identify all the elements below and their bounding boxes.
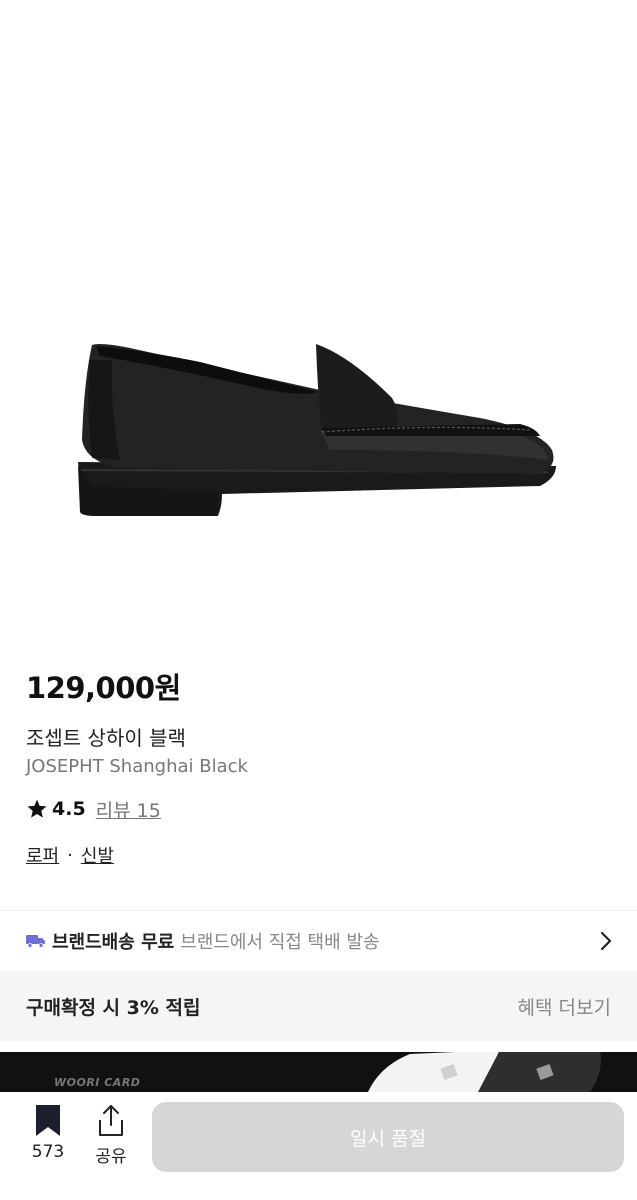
bottom-action-bar: 573 공유 일시 품절 <box>0 1092 637 1200</box>
product-image[interactable] <box>0 0 637 640</box>
category-separator: · <box>67 844 73 866</box>
category-breadcrumb: 로퍼 · 신발 <box>26 842 611 868</box>
points-reward-text: 구매확정 시 3% 적립 <box>26 996 201 1019</box>
soldout-purchase-button[interactable]: 일시 품절 <box>152 1102 624 1172</box>
truck-icon <box>26 935 45 948</box>
share-icon <box>99 1105 123 1136</box>
chevron-right-icon[interactable] <box>599 930 613 952</box>
category-link-shoes[interactable]: 신발 <box>81 842 114 868</box>
rating-value: 4.5 <box>52 798 86 820</box>
like-count: 573 <box>31 1142 65 1162</box>
star-icon <box>27 799 47 818</box>
loafer-shoe-image <box>78 344 556 516</box>
product-name-english: JOSEPHT Shanghai Black <box>26 756 248 777</box>
like-button[interactable]: 573 <box>22 1104 74 1166</box>
product-name-korean: 조셉트 상하이 블랙 <box>26 726 186 750</box>
delivery-info-row[interactable]: 브랜드배송 무료 브랜드에서 직접 택배 발송 <box>0 911 637 971</box>
purchase-benefit-row: 구매확정 시 3% 적립 혜택 더보기 <box>0 971 637 1041</box>
bookmark-icon <box>36 1105 60 1136</box>
category-link-loafer[interactable]: 로퍼 <box>26 842 59 868</box>
card-graphic <box>368 1052 601 1092</box>
card-promo-banner[interactable]: WOORI CARD <box>0 1052 637 1092</box>
rating-row: 4.5 리뷰 15 <box>26 796 611 822</box>
share-button[interactable]: 공유 <box>88 1104 134 1167</box>
review-link[interactable]: 리뷰 15 <box>96 796 161 823</box>
benefit-more-link[interactable]: 혜택 더보기 <box>518 993 611 1020</box>
delivery-description: 브랜드에서 직접 택배 발송 <box>180 932 380 953</box>
share-label: 공유 <box>95 1147 127 1167</box>
delivery-title: 브랜드배송 무료 <box>52 932 175 953</box>
product-info: 129,000원 조셉트 상하이 블랙 JOSEPHT Shanghai Bla… <box>26 668 611 868</box>
product-price: 129,000원 <box>26 671 181 705</box>
